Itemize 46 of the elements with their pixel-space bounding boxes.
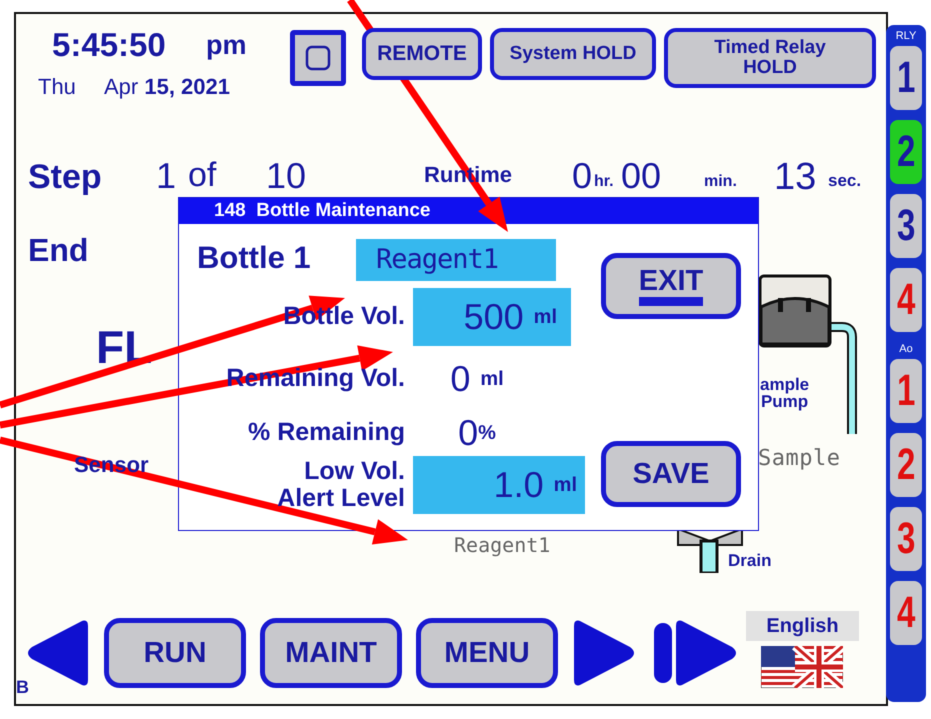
stop-button[interactable] — [290, 30, 346, 86]
bottle-name-field[interactable]: Reagent1 — [356, 239, 556, 281]
exit-button[interactable]: EXIT — [601, 253, 741, 319]
sidebar-label: Ao — [898, 344, 914, 355]
step-total: 10 — [266, 158, 306, 194]
runtime-minutes: 00 — [621, 158, 662, 194]
corner-label: B — [16, 678, 29, 696]
seconds-unit: sec. — [828, 172, 862, 189]
bottle-label: Bottle 1 — [197, 242, 311, 273]
minutes-unit: min. — [704, 174, 737, 190]
nav-button[interactable]: MENU — [416, 618, 558, 688]
flag-icon — [761, 646, 843, 688]
nav-button[interactable]: RUN — [104, 618, 246, 688]
end-label: End — [28, 234, 88, 266]
value-field[interactable]: 1.0 ml — [413, 456, 585, 514]
hours-unit: hr. — [594, 174, 614, 190]
value-text: 0% — [457, 411, 497, 455]
status-button[interactable]: REMOTE — [362, 28, 482, 80]
pump-label: ample Pump — [760, 376, 810, 410]
relay-button[interactable]: 1 — [890, 46, 922, 110]
square-icon — [305, 45, 331, 71]
clock-time: 5:45:50 — [52, 28, 166, 61]
step-current: 1 — [156, 158, 176, 194]
step-label: Step — [28, 160, 102, 194]
value-field[interactable]: 500 ml — [413, 288, 571, 346]
sample-label: Sample — [758, 445, 840, 473]
drain-label: Drain — [728, 552, 772, 569]
relay-button[interactable]: 3 — [890, 194, 922, 258]
clock-ampm: pm — [206, 32, 246, 59]
save-button[interactable]: SAVE — [601, 441, 741, 507]
language-label: English — [746, 611, 859, 641]
field-label: % Remaining — [247, 419, 405, 447]
runtime-hours: 0 — [572, 158, 592, 194]
status-button[interactable]: System HOLD — [490, 28, 656, 80]
reagent-label: Reagent1 — [454, 532, 550, 559]
value-text: 0 ml — [449, 357, 505, 401]
step-of: of — [188, 158, 216, 192]
weekday-label: Thu — [38, 73, 76, 101]
runtime-seconds: 13 — [774, 158, 816, 196]
date-label: Apr 15, 2021 — [104, 73, 230, 101]
dialog-title: 148 Bottle Maintenance — [179, 198, 758, 224]
status-button[interactable]: Timed Relay HOLD — [664, 28, 876, 88]
relay-button[interactable]: 2 — [890, 120, 922, 184]
field-label: Low Vol. Alert Level — [276, 458, 405, 512]
sidebar-label: RLY — [894, 31, 918, 42]
nav-button[interactable]: MAINT — [260, 618, 402, 688]
